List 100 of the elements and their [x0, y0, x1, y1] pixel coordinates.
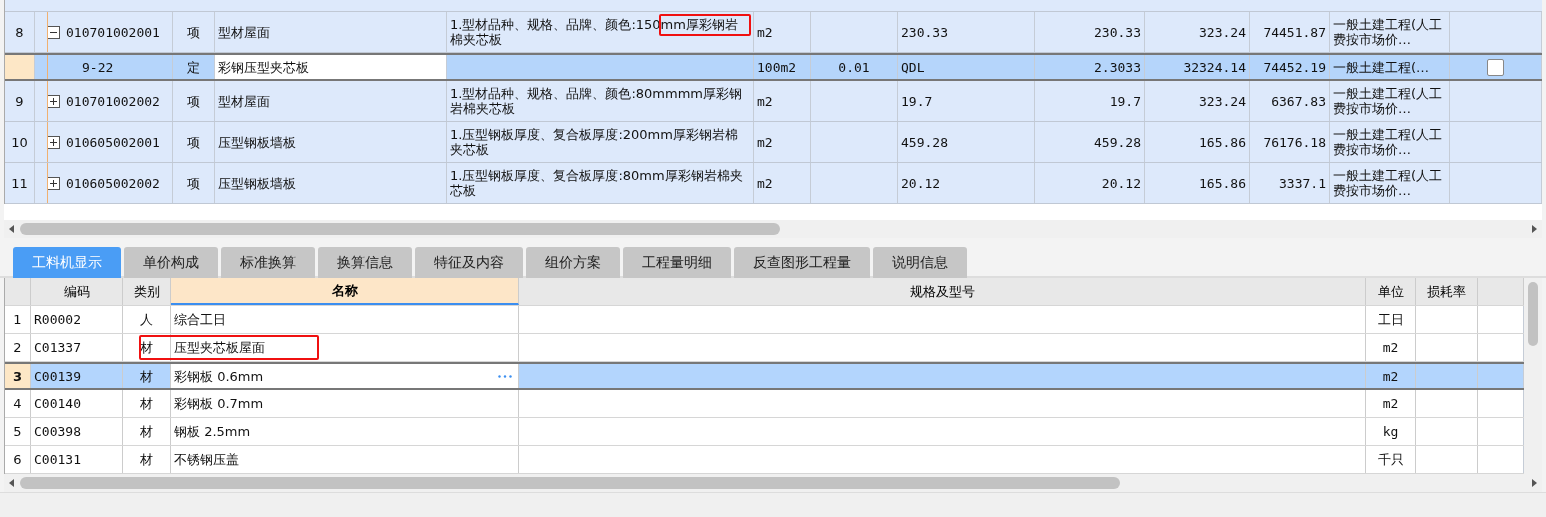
column-header[interactable]: 损耗率 [1427, 282, 1466, 301]
resource-name: 不锈钢压盖 [174, 452, 239, 467]
scroll-left-icon[interactable] [7, 224, 17, 234]
item-unit: m2 [757, 24, 773, 40]
table-row[interactable]: 9-22 定 彩钢压型夹芯板 100m2 0.01 QDL 2.3033 32324.14 74452.19 一般土建工程(… [5, 53, 1542, 81]
resource-category: 材 [140, 424, 153, 439]
table-row[interactable]: 6 C00131 材 不锈钢压盖 千只 [5, 446, 1524, 474]
tab[interactable]: 说明信息 [873, 247, 967, 278]
item-name: 压型钢板墙板 [218, 175, 296, 191]
resource-unit: kg [1382, 424, 1399, 439]
scroll-left-icon[interactable] [7, 478, 17, 488]
item-type: 项 [187, 93, 200, 109]
item-description: 1.压型钢板厚度、复合板厚度:200mm厚彩钢岩棉夹芯板 [450, 127, 739, 157]
tab[interactable]: 工程量明细 [623, 247, 731, 278]
row-header[interactable]: 1 [5, 306, 31, 333]
unit-price: 32324.14 [1183, 59, 1246, 75]
fee-category: 一般土建工程(人工费按市场价… [1333, 168, 1444, 198]
resource-unit: m2 [1382, 340, 1399, 355]
resource-category: 材 [140, 340, 153, 355]
tab[interactable]: 组价方案 [526, 247, 620, 278]
quantity: 20.12 [1101, 175, 1141, 191]
table-row[interactable]: 5 C00398 材 钢板 2.5mm kg [5, 418, 1524, 446]
total-price: 74452.19 [1263, 59, 1326, 75]
resource-unit: 千只 [1377, 452, 1404, 467]
checkbox[interactable] [1487, 58, 1504, 76]
item-description: 1.压型钢板厚度、复合板厚度:80mm厚彩钢岩棉夹芯板 [450, 168, 744, 198]
item-code: 010605002002 [66, 175, 160, 191]
resource-code: C00139 [34, 368, 81, 384]
resource-name: 综合工日 [174, 312, 226, 327]
fee-category: 一般土建工程(人工费按市场价… [1333, 17, 1444, 47]
quantity-expression: QDL [901, 59, 925, 75]
item-code: 010701002001 [66, 24, 160, 40]
row-header[interactable]: 10 [5, 122, 35, 162]
more-icon[interactable] [498, 375, 512, 378]
table-row[interactable]: 3 C00139 材 彩钢板 0.6mm m2 [5, 362, 1524, 390]
resource-code: C00398 [34, 424, 81, 439]
table-row[interactable]: 1 R00002 人 综合工日 工日 [5, 306, 1524, 334]
item-type: 项 [187, 24, 200, 40]
resource-name: 钢板 2.5mm [174, 424, 251, 439]
item-type: 项 [187, 175, 200, 191]
resource-code: C01337 [34, 340, 81, 355]
tab[interactable]: 标准换算 [221, 247, 315, 278]
item-name: 压型钢板墙板 [218, 134, 296, 150]
resource-name: 压型夹芯板屋面 [174, 340, 265, 355]
quantity-expression: 230.33 [901, 24, 948, 40]
total-price: 76176.18 [1263, 134, 1326, 150]
name-field[interactable]: 彩钢压型夹芯板 [215, 55, 447, 79]
row-header[interactable]: 8 [5, 12, 35, 52]
unit-price: 323.24 [1199, 24, 1246, 40]
resource-category: 材 [140, 368, 153, 384]
scroll-right-icon[interactable] [1529, 478, 1539, 488]
row-header[interactable]: 11 [5, 163, 35, 203]
resource-unit: m2 [1382, 396, 1399, 411]
column-header[interactable]: 单位 [1377, 282, 1404, 301]
item-code: 010701002002 [66, 93, 160, 109]
fee-category: 一般土建工程(人工费按市场价… [1333, 86, 1444, 116]
item-content: 0.01 [838, 59, 870, 75]
resource-category: 材 [140, 396, 153, 411]
quantity-expression: 19.7 [901, 93, 933, 109]
resource-code: R00002 [34, 312, 81, 327]
scroll-right-icon[interactable] [1529, 224, 1539, 234]
item-name: 型材屋面 [218, 24, 270, 40]
quantity: 2.3033 [1094, 59, 1141, 75]
quantity: 230.33 [1094, 24, 1141, 40]
table-row[interactable]: 4 C00140 材 彩钢板 0.7mm m2 [5, 390, 1524, 418]
tab[interactable]: 换算信息 [318, 247, 412, 278]
quantity: 459.28 [1094, 134, 1141, 150]
name-field[interactable]: 彩钢板 0.6mm [171, 364, 519, 388]
quantity: 19.7 [1109, 93, 1141, 109]
row-header[interactable]: 2 [5, 334, 31, 361]
column-header[interactable]: 编码 [63, 282, 90, 301]
tab[interactable]: 单价构成 [124, 247, 218, 278]
fee-category: 一般土建工程(人工费按市场价… [1333, 127, 1444, 157]
row-header[interactable]: 4 [5, 390, 31, 417]
item-type: 项 [187, 134, 200, 150]
row-header[interactable]: 3 [5, 364, 31, 388]
total-price: 3337.1 [1279, 175, 1326, 191]
resource-name: 彩钢板 0.7mm [174, 396, 264, 411]
item-unit: m2 [757, 93, 773, 109]
item-code: 9-22 [82, 59, 114, 75]
resource-code: C00140 [34, 396, 81, 411]
column-header[interactable]: 名称 [171, 278, 519, 305]
resource-category: 材 [140, 452, 153, 467]
resource-category: 人 [140, 312, 153, 327]
row-header[interactable]: 9 [5, 81, 35, 121]
total-price: 74451.87 [1263, 24, 1326, 40]
unit-price: 165.86 [1199, 134, 1246, 150]
tab[interactable]: 特征及内容 [415, 247, 523, 278]
resource-code: C00131 [34, 452, 81, 467]
row-header[interactable]: 6 [5, 446, 31, 473]
resource-unit: 工日 [1377, 312, 1404, 327]
fee-category: 一般土建工程(… [1333, 59, 1430, 75]
item-name: 型材屋面 [218, 93, 270, 109]
tab[interactable]: 反查图形工程量 [734, 247, 870, 278]
table-row[interactable]: 2 C01337 材 压型夹芯板屋面 m2 [5, 334, 1524, 362]
row-header[interactable]: 5 [5, 418, 31, 445]
item-description: 1.型材品种、规格、品牌、颜色:80mmmm厚彩钢岩棉夹芯板 [450, 86, 743, 116]
column-header[interactable]: 类别 [133, 282, 160, 301]
item-unit: 100m2 [757, 59, 797, 75]
column-header[interactable]: 规格及型号 [909, 282, 975, 301]
